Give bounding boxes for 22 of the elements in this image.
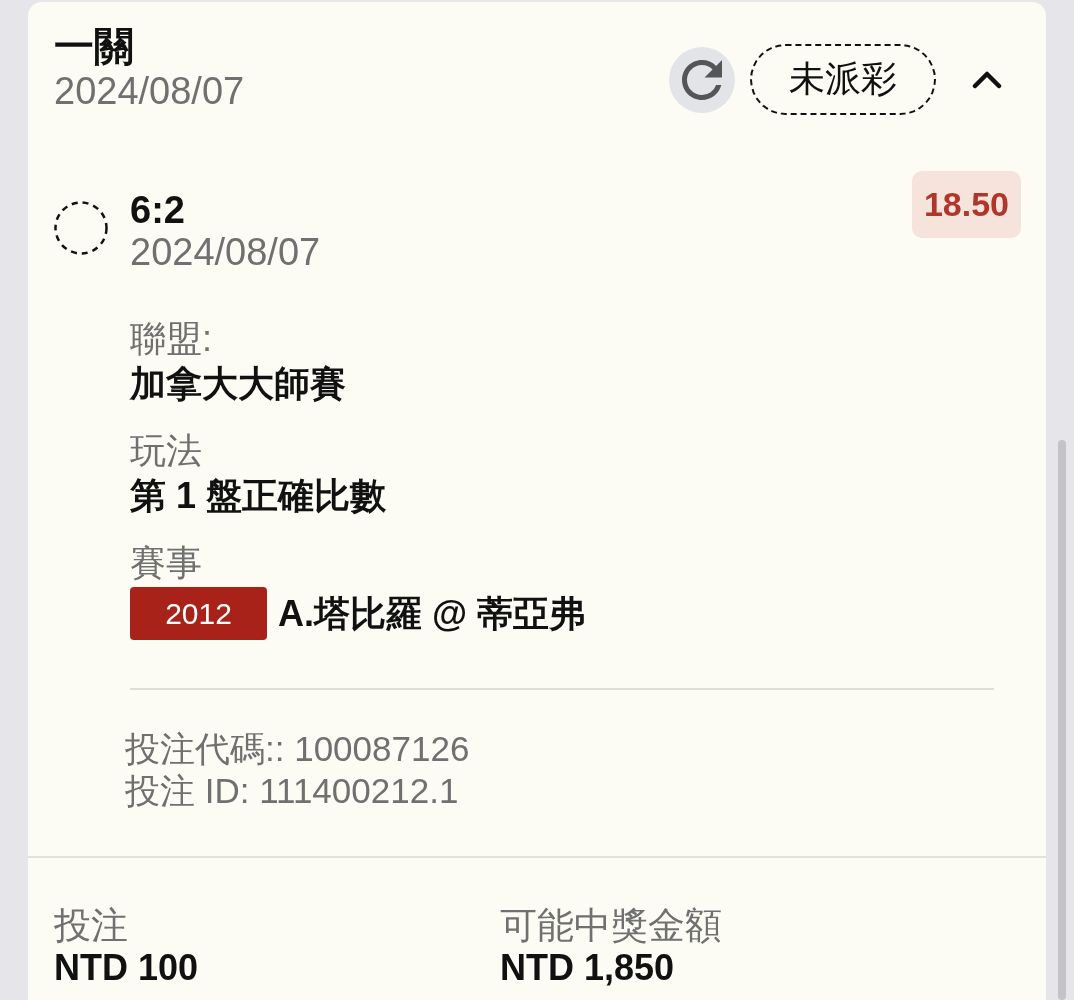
bet-id: 投注 ID: 111400212.1 (125, 770, 460, 812)
status-pill: 未派彩 (750, 44, 936, 115)
bet-type-title: 一關 (54, 23, 135, 70)
field-value: 第 1 盤正確比數 (130, 474, 388, 518)
odds-badge: 18.50 (911, 171, 1021, 238)
summary-value: NTD 100 (54, 948, 200, 988)
selection-pick: 6:2 (130, 189, 186, 231)
scrollbar-thumb[interactable] (1058, 440, 1066, 1000)
field-label: 賽事 (130, 541, 203, 585)
bet-date: 2024/08/07 (54, 70, 245, 112)
field-value: A.塔比羅 @ 蒂亞弗 (278, 591, 586, 636)
refresh-icon (682, 59, 722, 100)
selection-date: 2024/08/07 (130, 231, 322, 273)
chevron-up-icon[interactable] (972, 70, 1002, 89)
field-label: 聯盟: (130, 317, 213, 361)
summary-label: 投注 (54, 904, 129, 948)
event-code-badge: 2012 (130, 587, 267, 640)
bet-code: 投注代碼:: 100087126 (125, 728, 471, 770)
field-value: 加拿大大師賽 (130, 362, 347, 406)
summary-value: NTD 1,850 (500, 948, 676, 988)
field-label: 玩法 (130, 429, 203, 473)
summary-label: 可能中獎金額 (500, 904, 723, 948)
